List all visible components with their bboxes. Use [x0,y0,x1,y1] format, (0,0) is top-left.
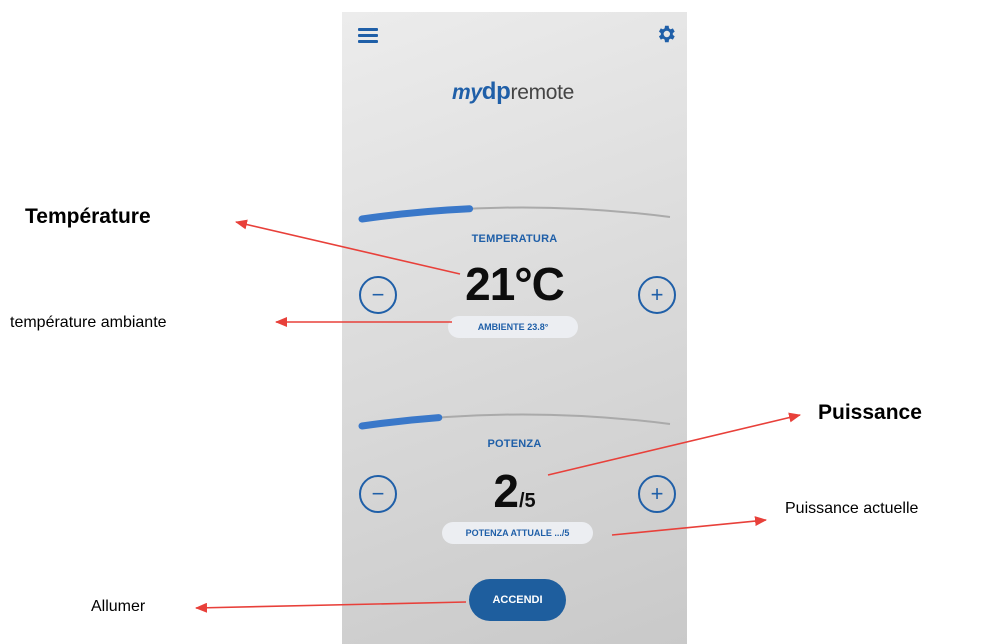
gear-icon[interactable] [655,23,677,45]
annotation-power: Puissance [818,401,922,424]
power-increase-button[interactable]: + [638,475,676,513]
power-label: POTENZA [487,438,542,450]
plus-icon: + [650,481,664,506]
phone-screen: mydpremote TEMPERATURA − 21°C + AMBIENTE… [342,12,687,644]
turn-on-button[interactable]: ACCENDI [469,579,566,621]
ambient-temperature-badge: AMBIENTE 23.8° [448,316,578,338]
annotation-current-power: Puissance actuelle [785,500,919,517]
power-value-main: 2 [493,465,519,517]
annotation-ambient-temperature: température ambiante [10,314,167,331]
plus-icon: + [650,282,664,307]
annotation-turn-on: Allumer [91,598,146,615]
app-logo: mydpremote [452,78,575,105]
temperature-value: 21°C [465,258,565,310]
power-value-max: /5 [518,490,536,512]
menu-icon[interactable] [358,28,378,44]
temperature-slider-fill [358,204,674,223]
current-power-badge: POTENZA ATTUALE .../5 [442,522,593,544]
temperature-increase-button[interactable]: + [638,276,676,314]
annotation-temperature: Température [25,205,151,228]
temperature-label: TEMPERATURA [471,233,558,245]
power-value: 2/5 [342,464,687,518]
power-slider-fill [358,411,674,430]
